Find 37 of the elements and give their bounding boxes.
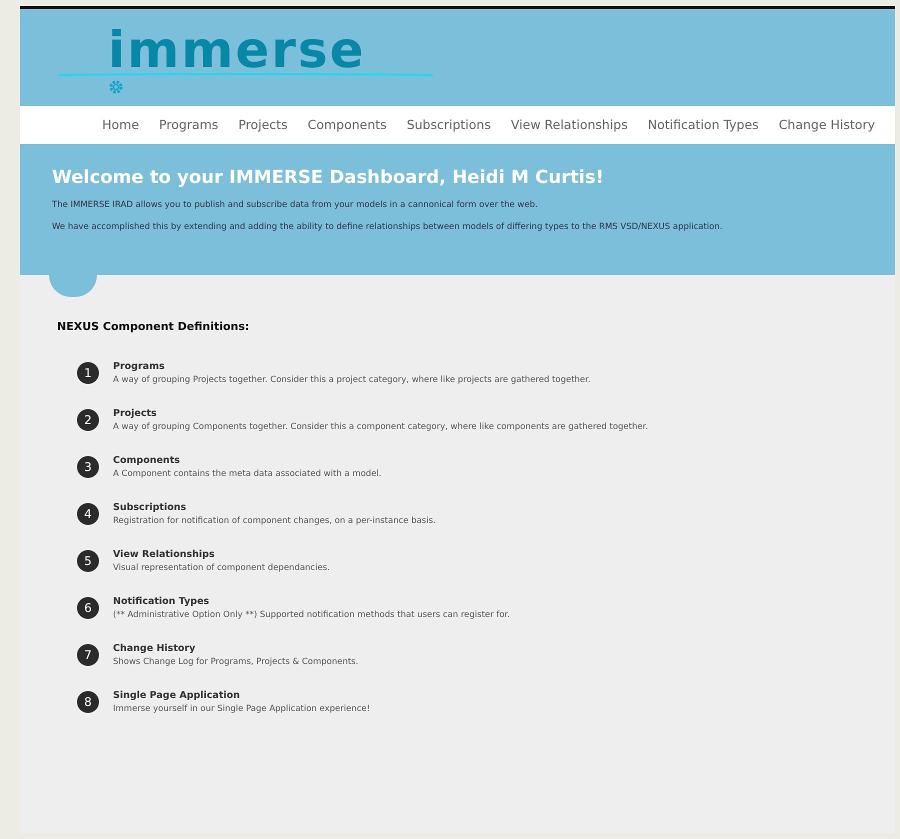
- intro-text: The IMMERSE IRAD allows you to publish and subscribe data from your models in a cannonical form over the web.: [52, 199, 539, 212]
- section-heading: NEXUS Component Definitions:: [57, 319, 250, 335]
- definition-text: A Component contains the meta data associated with a model.: [113, 468, 382, 480]
- definition-title: Projects: [113, 406, 158, 420]
- definition-title: Components: [113, 454, 181, 468]
- intro-text: We have accomplished this by extending and adding the ability to define relationships between models of differing types to the RMS VSD/NEXUS application.: [52, 220, 724, 234]
- definition-text: Visual representation of component dependancies.: [113, 562, 330, 574]
- definition-text: Shows Change Log for Programs, Projects & Components.: [113, 656, 358, 668]
- definition-text: A way of grouping Projects together. Consider this a project category, where like projects are gathered together.: [113, 374, 591, 386]
- number-badge: 5: [77, 550, 99, 572]
- definition-title: View Relationships: [113, 548, 216, 562]
- gear-icon: [108, 79, 124, 95]
- nav-link[interactable]: Notification Types: [648, 116, 759, 134]
- nav-link[interactable]: Programs: [159, 116, 218, 134]
- number-badge: 8: [77, 691, 99, 713]
- nav-link[interactable]: Subscriptions: [406, 116, 491, 134]
- definition-text: Immerse yourself in our Single Page Application experience!: [113, 702, 370, 716]
- number-badge: 4: [77, 503, 99, 525]
- nav-link[interactable]: Components: [308, 116, 387, 134]
- definition-text: A way of grouping Components together. Consider this a component category, where like components are gathered together.: [113, 420, 648, 434]
- definition-title: Subscriptions: [113, 500, 188, 514]
- nav-link[interactable]: Projects: [238, 116, 288, 134]
- number-badge: 1: [77, 362, 99, 384]
- nav-link[interactable]: View Relationships: [510, 116, 628, 134]
- number-badge: 6: [77, 597, 99, 619]
- number-badge: 2: [77, 409, 99, 431]
- definition-title: Single Page Application: [113, 688, 241, 702]
- nav-link[interactable]: Home: [102, 116, 140, 134]
- definition-text: (** Administrative Option Only **) Supported notification methods that users can register for.: [113, 608, 510, 622]
- definition-title: Notification Types: [113, 594, 210, 608]
- definition-title: Change History: [113, 642, 196, 656]
- nav-link[interactable]: Change History: [778, 116, 875, 134]
- welcome-title: Welcome to your IMMERSE Dashboard, Heidi M Curtis!: [52, 166, 605, 190]
- definition-title: Programs: [113, 360, 166, 374]
- number-badge: 7: [77, 644, 99, 666]
- number-badge: 3: [77, 456, 99, 478]
- definition-text: Registration for notification of component changes, on a per-instance basis.: [113, 514, 436, 528]
